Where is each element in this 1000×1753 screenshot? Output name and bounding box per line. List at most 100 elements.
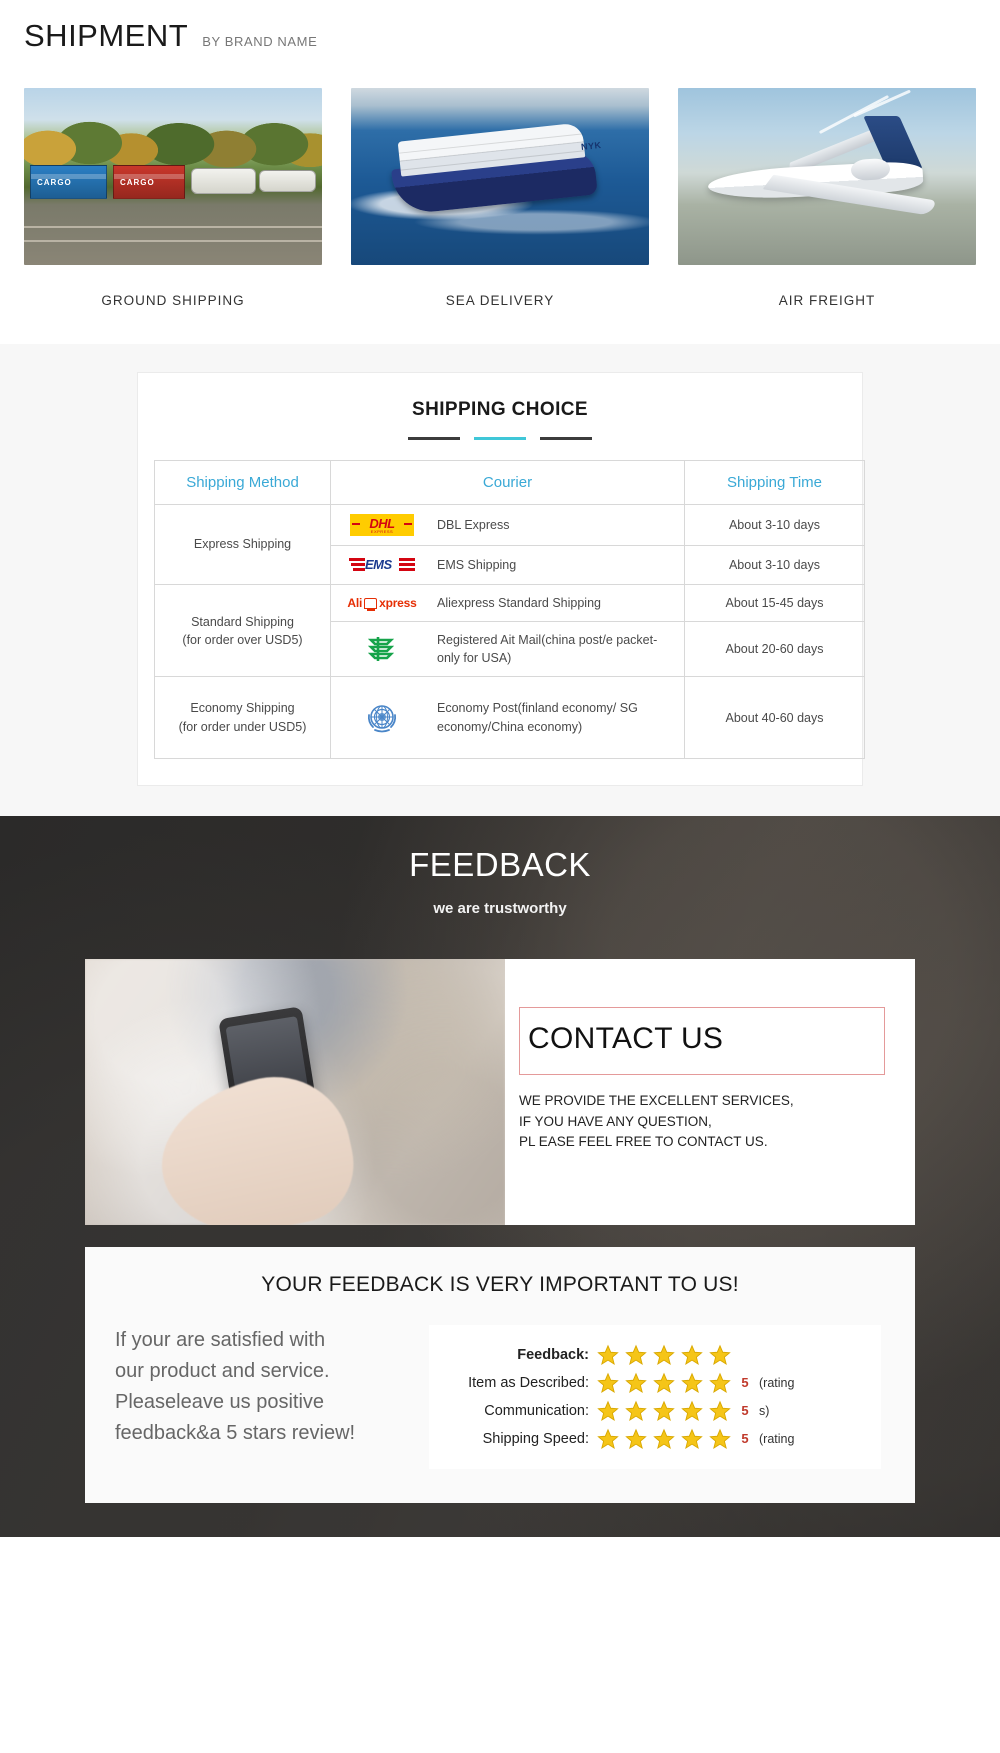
rate-row-communication: Communication: 5 s) xyxy=(439,1397,871,1425)
china-post-emblem-icon xyxy=(367,637,395,662)
table-row: Economy Shipping (for order under USD5) xyxy=(154,676,865,759)
rate-score-item-as-described: 5 xyxy=(741,1375,749,1391)
ems-logo-text: EMS xyxy=(365,557,392,572)
rate-label-shipping-speed: Shipping Speed: xyxy=(482,1430,589,1447)
rate-suffix-item-as-described: (rating xyxy=(759,1375,795,1390)
star-icon xyxy=(653,1400,675,1421)
method-standard-line2: (for order over USD5) xyxy=(182,632,303,647)
brand-subtitle: BY BRAND NAME xyxy=(202,34,318,49)
shipping-choice-title: SHIPPING CHOICE xyxy=(412,399,588,420)
time-dhl: About 3-10 days xyxy=(684,504,865,546)
ali-logo-post: xpress xyxy=(379,596,417,611)
rating-stars-panel: Feedback: Item as Described: 5 (rating C… xyxy=(429,1324,881,1469)
rate-label-item-as-described: Item as Described: xyxy=(468,1374,589,1391)
mode-label-ground: GROUND SHIPPING xyxy=(101,293,245,308)
star-icon xyxy=(709,1400,731,1421)
star-icon xyxy=(625,1400,647,1421)
time-un: About 40-60 days xyxy=(684,676,865,759)
table-header-row: Shipping Method Courier Shipping Time xyxy=(154,460,865,505)
mode-label-air: AIR FREIGHT xyxy=(778,293,876,308)
star-icon xyxy=(681,1372,703,1393)
rate-row-shipping-speed: Shipping Speed: 5 (rating xyxy=(439,1425,871,1453)
star-icon xyxy=(681,1428,703,1449)
rating-message: If your are satisfied with our product a… xyxy=(115,1325,415,1449)
rating-message-line-2: our product and service. xyxy=(115,1359,330,1382)
rating-message-line-3: Pleaseleave us positive xyxy=(115,1390,325,1413)
feedback-title: FEEDBACK xyxy=(409,845,591,883)
time-china-post: About 20-60 days xyxy=(684,621,865,678)
shipping-choice-card: SHIPPING CHOICE Shipping Method Courier … xyxy=(137,372,865,786)
header-courier: Courier xyxy=(330,460,685,505)
courier-name-ems: EMS Shipping xyxy=(437,557,517,572)
star-icon xyxy=(597,1428,619,1449)
star-icon xyxy=(597,1400,619,1421)
star-group-communication xyxy=(597,1400,731,1422)
title-divider xyxy=(154,437,846,440)
train-icon: CARGO CARGO xyxy=(24,88,322,265)
star-icon xyxy=(709,1344,731,1365)
star-icon xyxy=(653,1428,675,1449)
rate-score-shipping-speed: 5 xyxy=(741,1431,749,1447)
method-standard: Standard Shipping (for order over USD5) xyxy=(154,583,331,678)
feedback-subtitle: we are trustworthy xyxy=(433,899,567,917)
feedback-section: FEEDBACK we are trustworthy CONTACT US W… xyxy=(0,815,1000,1537)
contact-line-1: WE PROVIDE THE EXCELLENT SERVICES, xyxy=(519,1092,794,1108)
rate-label-communication: Communication: xyxy=(484,1402,589,1419)
rating-message-line-1: If your are satisfied with xyxy=(115,1328,326,1351)
table-row: Standard Shipping (for order over USD5) … xyxy=(154,583,865,678)
mode-sea-delivery[interactable]: NYK SEA DELIVERY xyxy=(351,88,649,308)
contact-description: WE PROVIDE THE EXCELLENT SERVICES, IF YO… xyxy=(519,1091,885,1154)
courier-name-dhl: DBL Express xyxy=(437,517,510,532)
rate-suffix-communication: s) xyxy=(759,1403,770,1418)
cargo-label-1: CARGO xyxy=(36,178,72,188)
star-icon xyxy=(625,1344,647,1365)
mode-ground-shipping[interactable]: CARGO CARGO GROUND SHIPPING xyxy=(24,88,322,308)
contact-line-3: PL EASE FEEL FREE TO CONTACT US. xyxy=(519,1134,768,1150)
ali-logo-pre: Ali xyxy=(347,596,363,611)
mode-air-freight[interactable]: AIR FREIGHT xyxy=(678,88,976,308)
star-icon xyxy=(653,1372,675,1393)
time-aliexpress: About 15-45 days xyxy=(684,583,865,623)
courier-cell-ems: EMS EMS Shipping xyxy=(330,545,685,585)
star-icon xyxy=(709,1372,731,1393)
star-icon xyxy=(597,1372,619,1393)
contact-us-box[interactable]: CONTACT US xyxy=(519,1006,885,1075)
method-economy-line1: Economy Shipping xyxy=(190,701,295,716)
phone-in-hand-photo xyxy=(85,958,505,1225)
dhl-logo: DHL EXPRESS xyxy=(345,514,419,536)
shipping-choice-section: SHIPPING CHOICE Shipping Method Courier … xyxy=(0,344,1000,816)
method-standard-line1: Standard Shipping xyxy=(191,614,294,629)
method-economy: Economy Shipping (for order under USD5) xyxy=(154,676,331,759)
star-group-shipping-speed xyxy=(597,1428,731,1450)
divider-dash-center xyxy=(474,437,526,440)
rate-row-item-as-described: Item as Described: 5 (rating xyxy=(439,1369,871,1397)
courier-cell-dhl: DHL EXPRESS DBL Express xyxy=(330,504,685,546)
star-icon xyxy=(625,1372,647,1393)
divider-dash-right xyxy=(540,437,592,440)
courier-name-aliexpress: Aliexpress Standard Shipping xyxy=(437,596,601,610)
courier-cell-china-post: Registered Ait Mail(china post/e packet-… xyxy=(330,621,685,678)
shopping-cart-icon xyxy=(364,597,378,611)
star-icon xyxy=(597,1344,619,1365)
star-icon xyxy=(709,1428,731,1449)
airplane-icon xyxy=(678,88,976,265)
aliexpress-logo: Ali xpress xyxy=(345,596,419,611)
rate-score-communication: 5 xyxy=(741,1403,749,1419)
header-shipping-time: Shipping Time xyxy=(684,460,865,505)
united-nations-emblem-icon xyxy=(367,704,397,732)
divider-dash-left xyxy=(408,437,460,440)
rate-suffix-shipping-speed: (rating xyxy=(759,1431,795,1446)
dhl-logo-sub: EXPRESS xyxy=(370,528,394,534)
mode-label-sea: SEA DELIVERY xyxy=(445,293,555,308)
method-express: Express Shipping xyxy=(154,504,331,585)
ems-logo: EMS xyxy=(345,555,419,575)
method-economy-line2: (for order under USD5) xyxy=(178,719,307,734)
page-header: SHIPMENT BY BRAND NAME xyxy=(0,0,1000,54)
cargo-ship-icon: NYK xyxy=(351,88,649,265)
rating-message-line-4: feedback&a 5 stars review! xyxy=(115,1421,356,1444)
shipping-modes: CARGO CARGO GROUND SHIPPING NYK SEA DELI… xyxy=(0,54,1000,308)
star-group-item-as-described xyxy=(597,1372,731,1394)
rating-title: YOUR FEEDBACK IS VERY IMPORTANT TO US! xyxy=(261,1272,739,1296)
star-icon xyxy=(681,1344,703,1365)
courier-name-un: Economy Post(finland economy/ SG economy… xyxy=(437,701,638,734)
